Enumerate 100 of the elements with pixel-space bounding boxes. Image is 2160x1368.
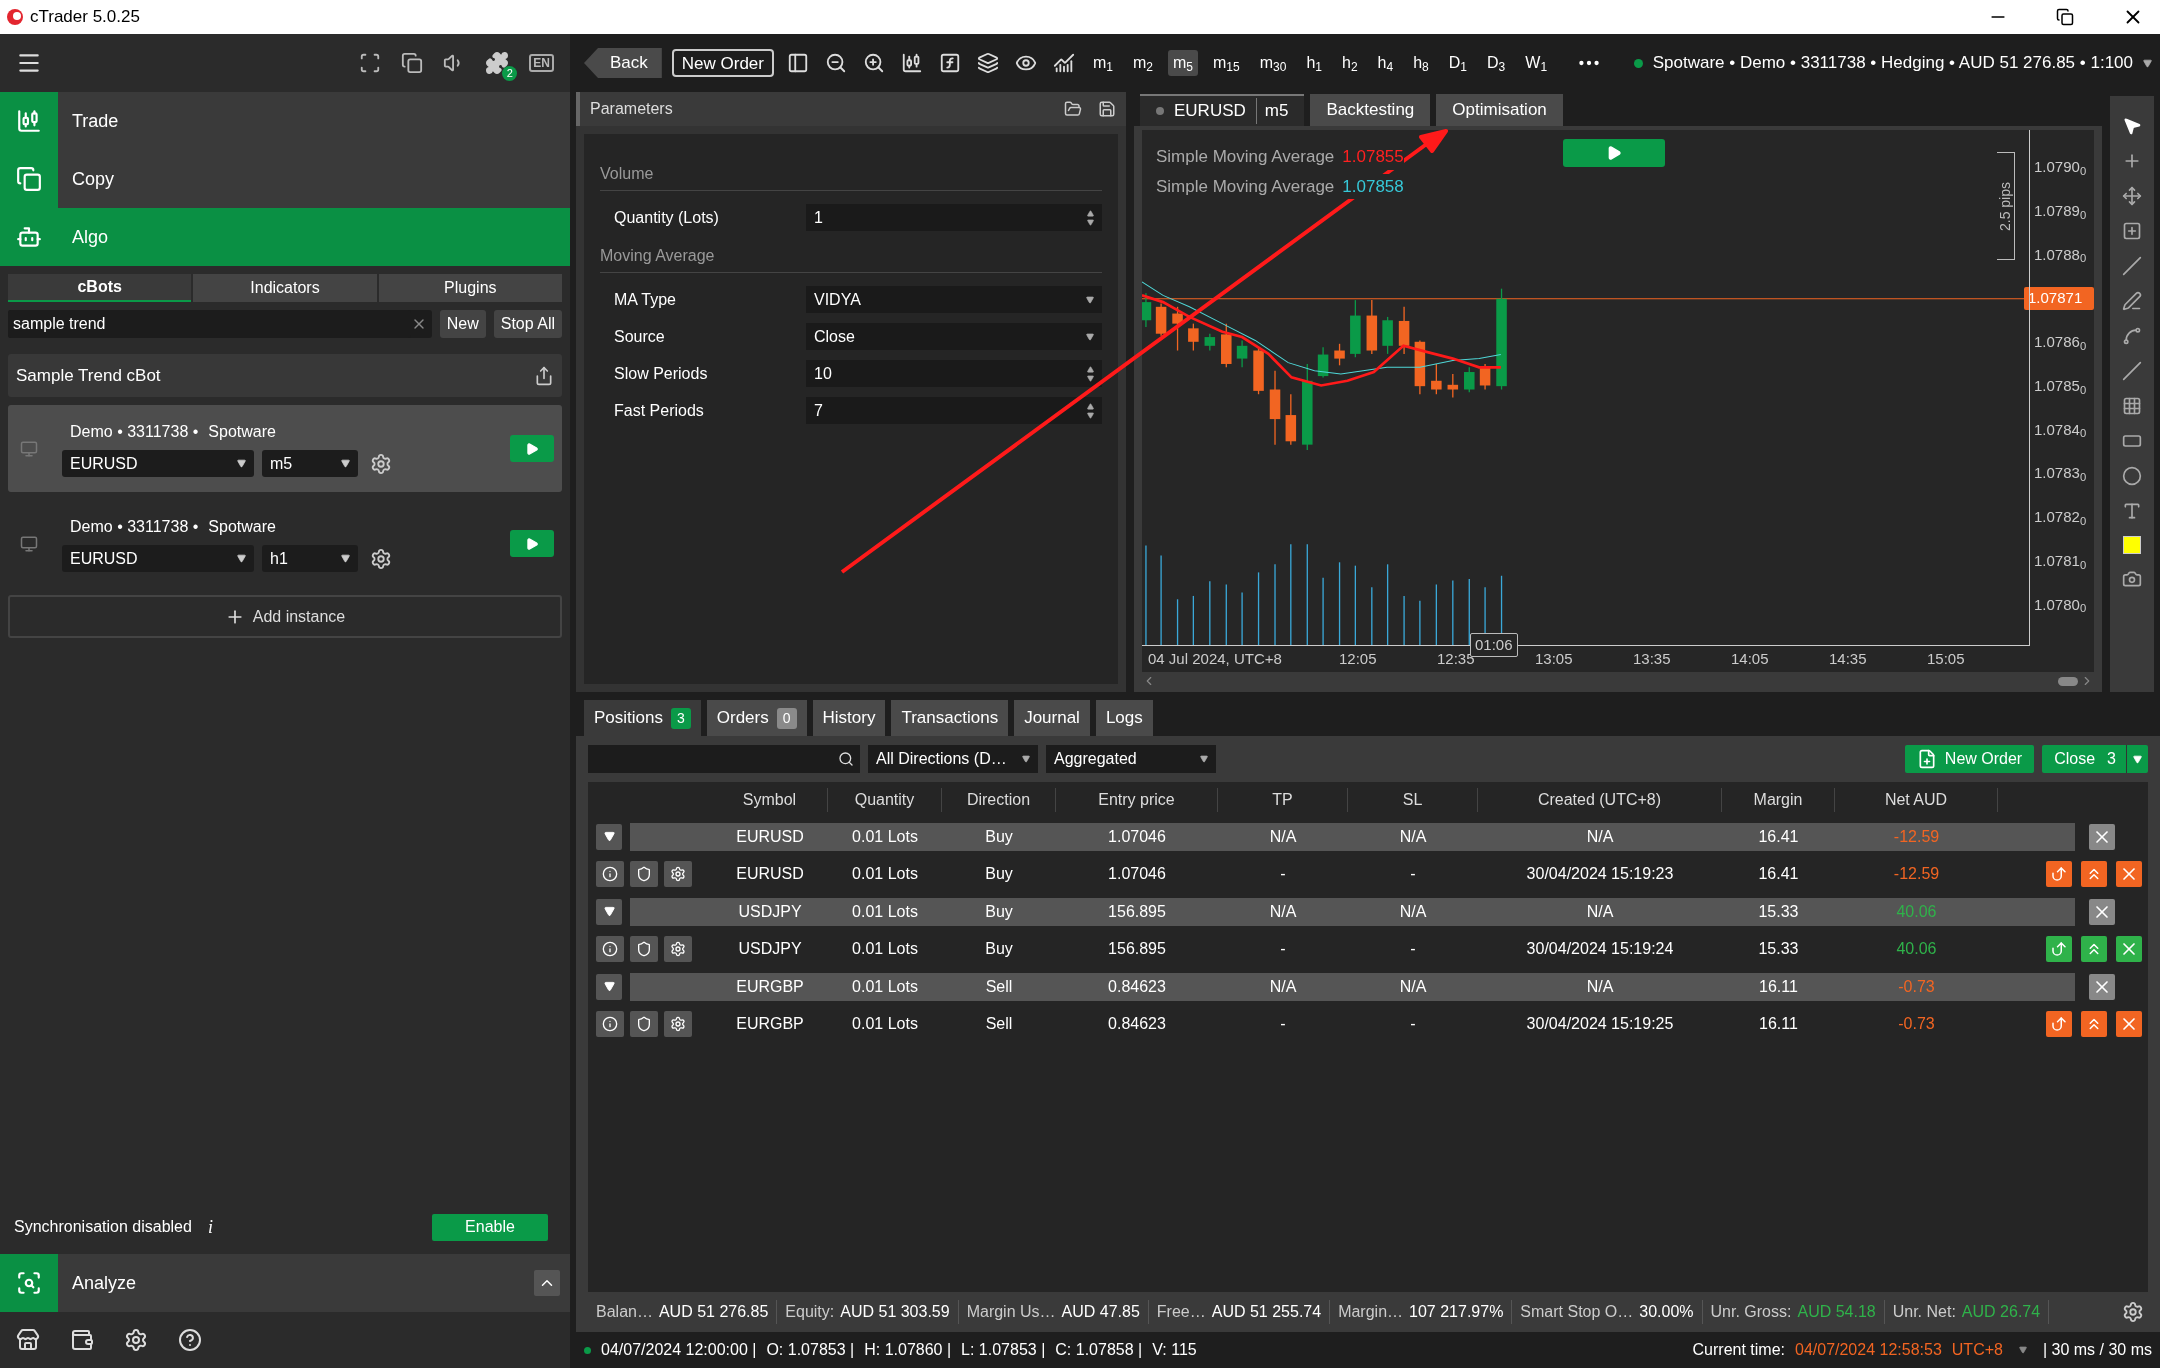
search-field[interactable]: [588, 745, 860, 773]
stop-all-button[interactable]: Stop All: [493, 310, 562, 338]
play-button[interactable]: [1563, 139, 1665, 167]
timeframe-button[interactable]: m$_{1}$: [1088, 50, 1118, 76]
play-button[interactable]: [510, 530, 554, 557]
timeframe-dropdown[interactable]: h1: [262, 545, 358, 572]
function-icon[interactable]: [939, 52, 961, 74]
bottom-tab[interactable]: Orders 0: [706, 700, 807, 736]
close-position-button[interactable]: [2089, 973, 2115, 1000]
cursor-icon[interactable]: [2122, 116, 2142, 136]
zoom-in-icon[interactable]: [863, 52, 885, 74]
increment-icon[interactable]: [1087, 365, 1094, 373]
play-button[interactable]: [510, 435, 554, 462]
timezone-label[interactable]: UTC+8: [1951, 1338, 2003, 1362]
bottom-tab[interactable]: Positions 3: [584, 700, 701, 736]
close-position-button[interactable]: [2089, 898, 2115, 925]
wallet-icon[interactable]: [70, 1328, 94, 1352]
bottom-tab[interactable]: Transactions: [891, 700, 1009, 736]
settings-icon[interactable]: [370, 547, 392, 570]
timeframe-button[interactable]: m$_{5}$: [1168, 50, 1199, 76]
decrement-icon[interactable]: [1087, 411, 1094, 419]
layout-icon[interactable]: [787, 52, 809, 74]
nav-item[interactable]: Analyze: [0, 1254, 570, 1312]
timeframe-button[interactable]: h$_{2}$: [1337, 50, 1363, 76]
instance-card[interactable]: Demo • 3311738 • Spotware EURUSD h1: [8, 500, 562, 587]
settings-icon[interactable]: [2122, 1301, 2144, 1323]
settings-icon[interactable]: [370, 452, 392, 475]
expand-button[interactable]: [596, 973, 622, 1000]
scrollbar-thumb[interactable]: [2058, 676, 2078, 686]
grouping-dropdown[interactable]: Aggregated: [1046, 745, 1216, 773]
text-icon[interactable]: [2122, 501, 2142, 521]
store-icon[interactable]: [16, 1328, 40, 1352]
reverse-button[interactable]: [2046, 861, 2072, 887]
instance-card[interactable]: Demo • 3311738 • Spotware EURUSD m5: [8, 405, 562, 492]
settings-button[interactable]: [664, 1011, 692, 1037]
share-icon[interactable]: [534, 365, 554, 386]
info-button[interactable]: [596, 1011, 624, 1037]
caret-icon[interactable]: [2143, 58, 2152, 68]
protection-button[interactable]: [630, 936, 658, 962]
chart-tab[interactable]: Backtesting: [1310, 94, 1431, 126]
symbol-dropdown[interactable]: EURUSD: [62, 545, 254, 572]
enable-button[interactable]: Enable: [432, 1213, 548, 1241]
increment-icon[interactable]: [1087, 209, 1094, 217]
timeframe-button[interactable]: h$_{8}$: [1408, 50, 1434, 76]
timeframe-button[interactable]: W$_{1}$: [1520, 50, 1553, 76]
bottom-tab[interactable]: Journal: [1014, 700, 1090, 736]
circle-icon[interactable]: [2122, 466, 2142, 486]
restore-icon[interactable]: [2056, 8, 2074, 26]
timeframe-button[interactable]: D$_{1}$: [1443, 50, 1473, 76]
new-order-button[interactable]: New Order: [671, 49, 774, 77]
settings-icon[interactable]: [124, 1328, 148, 1352]
fullscreen-icon[interactable]: [359, 52, 382, 74]
grid-icon[interactable]: [2122, 396, 2142, 416]
settings-button[interactable]: [664, 936, 692, 962]
language-button[interactable]: EN: [529, 54, 554, 72]
nav-item[interactable]: Copy: [0, 150, 570, 208]
color-swatch[interactable]: [2123, 536, 2141, 554]
bottom-tab[interactable]: Logs: [1095, 700, 1153, 736]
candlestick-icon[interactable]: [901, 52, 923, 74]
expand-button[interactable]: [596, 898, 622, 925]
bottom-tab[interactable]: History: [812, 700, 886, 736]
info-button[interactable]: [596, 861, 624, 887]
direction-dropdown[interactable]: All Directions (D…: [868, 745, 1038, 773]
expand-button[interactable]: [596, 823, 622, 850]
account-summary[interactable]: Spotware • Demo • 3311738 • Hedging • AUD 51 276.85 • 1:100: [1652, 50, 2133, 76]
reverse-button[interactable]: [2046, 936, 2072, 962]
chart-tab[interactable]: Optimisation: [1436, 94, 1563, 126]
parameter-dropdown[interactable]: Close: [806, 323, 1102, 350]
timeframe-dropdown[interactable]: m5: [262, 450, 358, 477]
group-row[interactable]: EURUSD 0.01 Lots Buy 1.07046 N/A N/A N/A 16.41 -12.59: [630, 822, 2075, 851]
tab[interactable]: Plugins: [378, 274, 562, 302]
camera-icon[interactable]: [2122, 569, 2142, 589]
chart-tab[interactable]: EURUSD m5: [1140, 94, 1305, 126]
square-plus-icon[interactable]: [2122, 221, 2142, 241]
parameter-spinner[interactable]: 1: [806, 204, 1102, 231]
tab[interactable]: Indicators: [193, 274, 377, 302]
add-instance-button[interactable]: Add instance: [8, 595, 562, 638]
move-icon[interactable]: [2122, 186, 2142, 206]
close-position-button[interactable]: [2089, 823, 2115, 850]
increment-icon[interactable]: [1087, 402, 1094, 410]
windows-icon[interactable]: [401, 52, 424, 74]
cbot-header[interactable]: Sample Trend cBot: [8, 354, 562, 397]
layers-icon[interactable]: [977, 52, 999, 74]
close-all-button[interactable]: Close 3: [2042, 745, 2148, 773]
protection-button[interactable]: [630, 1011, 658, 1037]
new-order-button[interactable]: New Order: [1904, 745, 2035, 773]
timeframe-button[interactable]: m$_{2}$: [1128, 50, 1158, 76]
save-icon[interactable]: [1098, 100, 1116, 118]
timeframe-button[interactable]: h$_{1}$: [1301, 50, 1327, 76]
protection-button[interactable]: [630, 861, 658, 887]
double-up-button[interactable]: [2081, 861, 2107, 887]
timeframe-button[interactable]: h$_{4}$: [1372, 50, 1399, 76]
zoom-out-icon[interactable]: [825, 52, 847, 74]
tab[interactable]: cBots: [8, 274, 192, 302]
new-button[interactable]: New: [439, 310, 486, 338]
parameter-spinner[interactable]: 10: [806, 360, 1102, 387]
settings-button[interactable]: [664, 861, 692, 887]
decrement-icon[interactable]: [1087, 374, 1094, 382]
help-icon[interactable]: [178, 1328, 202, 1352]
decrement-icon[interactable]: [1087, 218, 1094, 226]
